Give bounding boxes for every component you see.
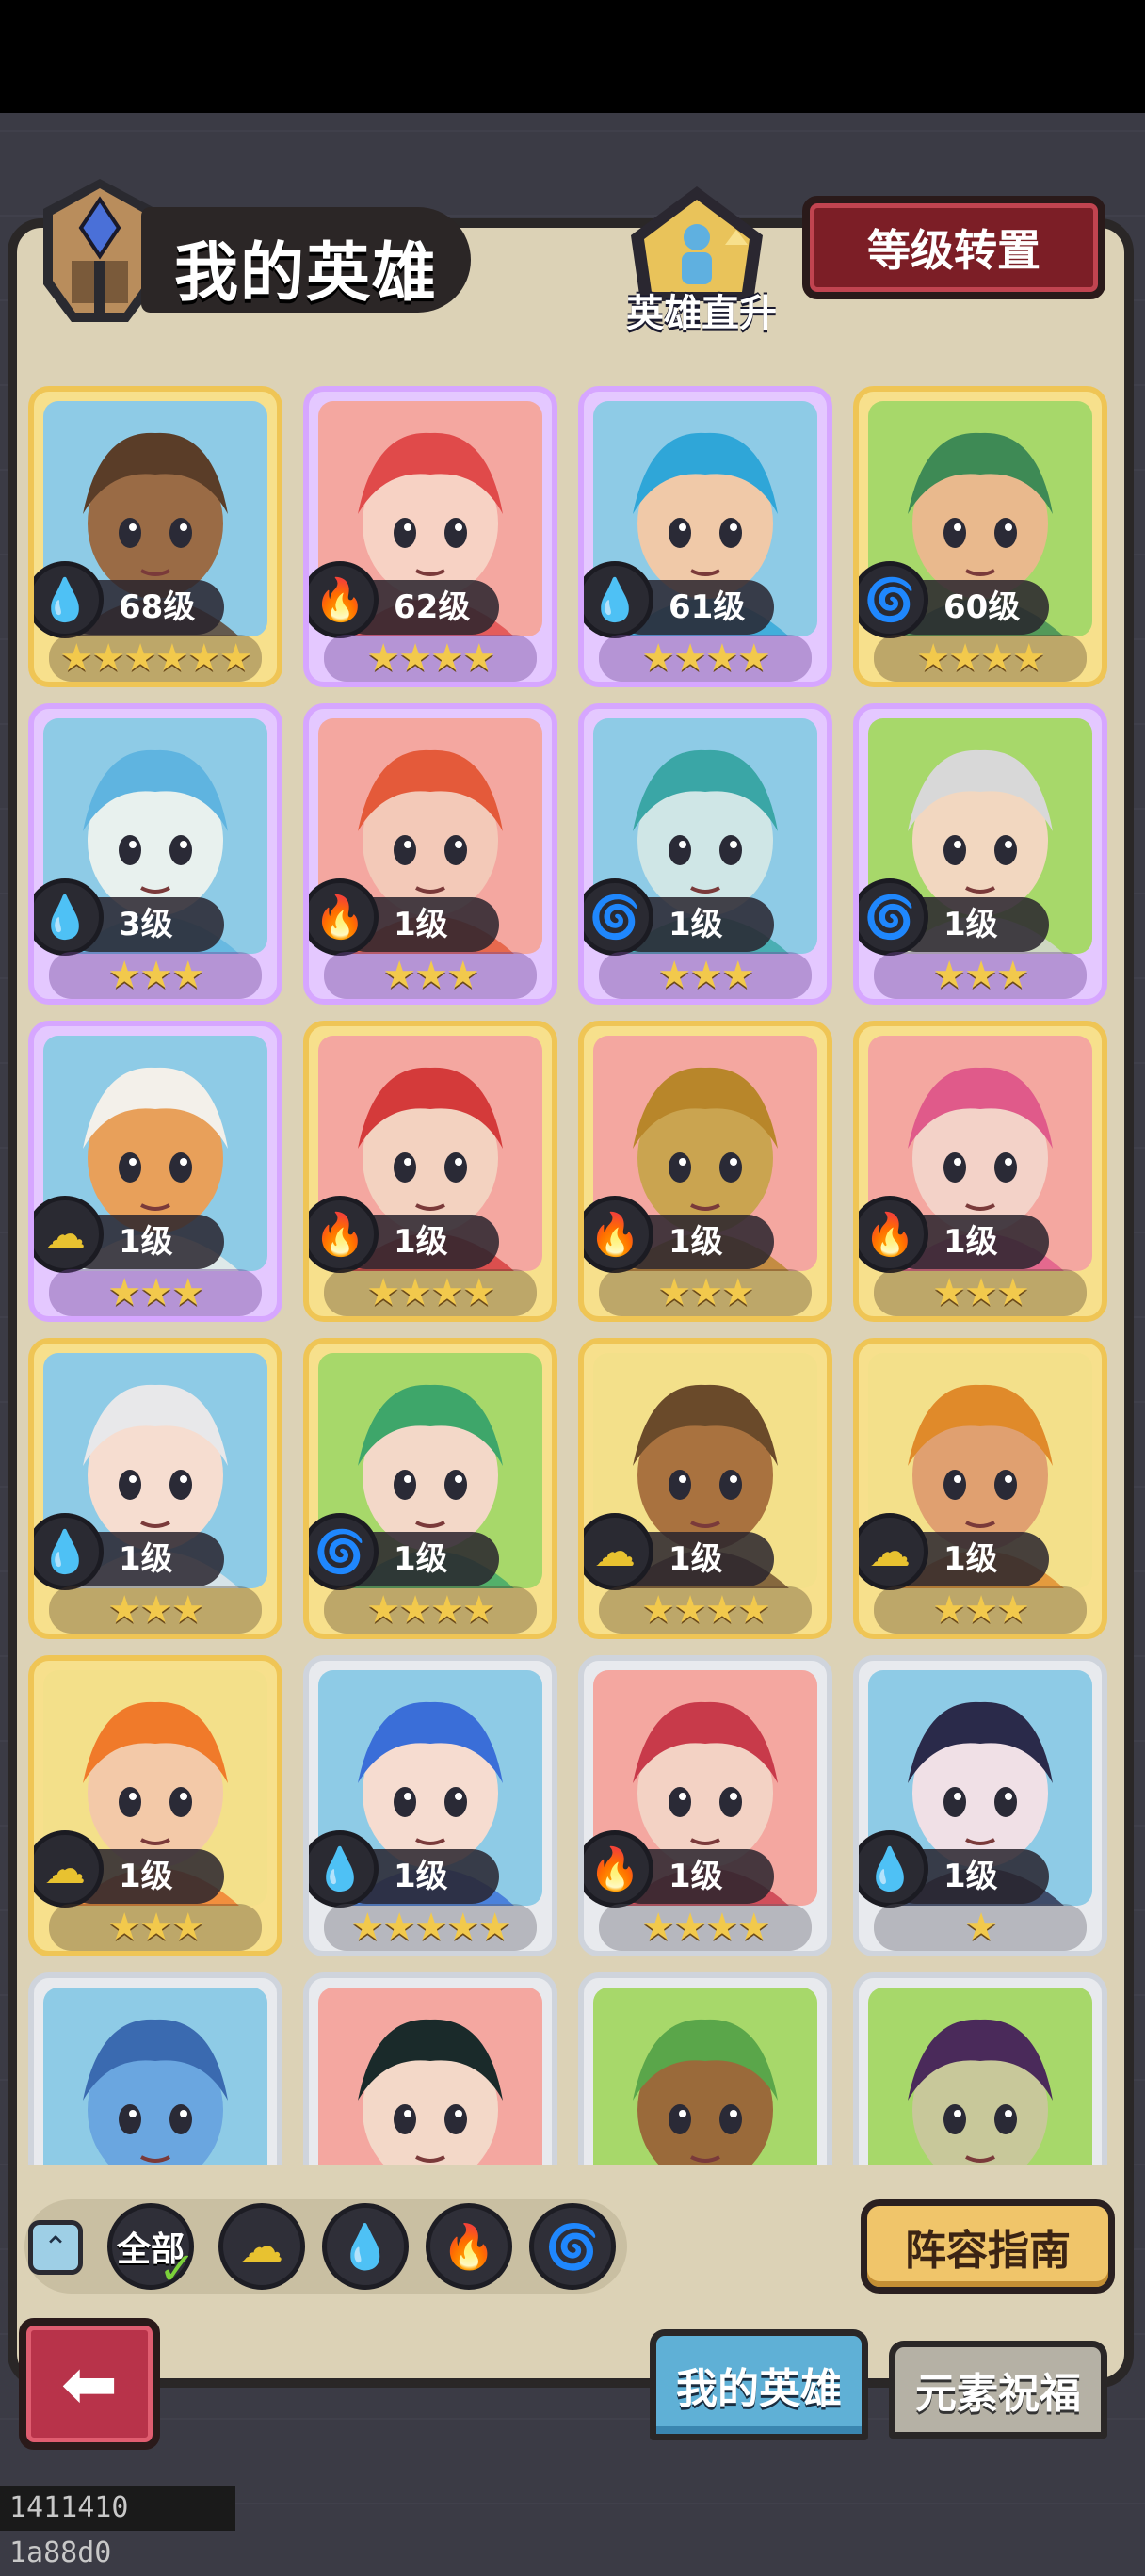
hero-card[interactable] — [28, 1972, 282, 2165]
hero-portrait — [318, 1988, 542, 2165]
hero-card[interactable]: 3级 💧 ★★★ — [28, 703, 282, 1005]
hero-card[interactable] — [853, 1972, 1107, 2165]
water-element-icon: 💧 — [309, 1830, 379, 1908]
hero-stars: ★★★ — [599, 952, 812, 999]
fire-element-icon: 🔥 — [442, 2220, 496, 2272]
water-element-icon: 💧 — [34, 878, 104, 956]
hero-promote-label: 英雄直升 — [626, 292, 777, 335]
water-element-icon: 💧 — [34, 561, 104, 638]
wind-element-icon: 🌀 — [859, 878, 928, 956]
hero-stars: ★★★ — [324, 952, 537, 999]
hero-stars: ★★★★★ — [324, 1904, 537, 1951]
debug-id-label: 1411410 1a88d0 — [0, 2486, 235, 2569]
hero-card[interactable]: 61级 💧 ★★★★ — [578, 386, 832, 687]
hero-stars: ★★★ — [874, 1269, 1087, 1316]
wind-element-icon: 🌀 — [584, 878, 653, 956]
hero-stars: ★★★★★★ — [49, 635, 262, 682]
hero-stars: ★★★ — [49, 1269, 262, 1316]
hero-card[interactable]: 1级 🔥 ★★★★ — [578, 1655, 832, 1956]
tab-element-blessing-label: 元素祝福 — [915, 2370, 1081, 2418]
earth-element-icon: ☁ — [34, 1196, 104, 1273]
hero-card[interactable]: 1级 ☁ ★★★ — [853, 1338, 1107, 1639]
earth-element-icon: ☁ — [584, 1513, 653, 1590]
fire-element-icon: 🔥 — [859, 1196, 928, 1273]
hero-card[interactable] — [303, 1972, 557, 2165]
hero-card[interactable]: 1级 ☁ ★★★★ — [578, 1338, 832, 1639]
water-element-icon: 💧 — [859, 1830, 928, 1908]
back-arrow-icon: ⬅ — [60, 2344, 119, 2423]
hero-card[interactable]: 1级 🌀 ★★★ — [853, 703, 1107, 1005]
hero-grid: 68级 💧 ★★★★★★ 62级 🔥 ★★★★ 61级 💧 ★★★★ 60级 🌀 ★★★★ 3级 💧 ★★★… — [28, 386, 1121, 2165]
filter-earth-button[interactable]: ☁ — [218, 2203, 305, 2290]
hero-card[interactable]: 1级 ☁ ★★★ — [28, 1021, 282, 1322]
filter-wind-button[interactable]: 🌀 — [529, 2203, 616, 2290]
tab-element-blessing[interactable]: 元素祝福 — [889, 2341, 1107, 2439]
fire-element-icon: 🔥 — [309, 1196, 379, 1273]
hero-stars: ★★★★ — [324, 1269, 537, 1316]
hero-stars: ★★★ — [874, 1586, 1087, 1634]
wind-element-icon: 🌀 — [309, 1513, 379, 1590]
hero-portrait — [868, 1988, 1092, 2165]
wind-element-icon: 🌀 — [545, 2220, 600, 2272]
hero-stars: ★★★ — [49, 952, 262, 999]
lineup-guide-label: 阵容指南 — [905, 2227, 1071, 2275]
earth-element-icon: ☁ — [34, 1830, 104, 1908]
hero-stars: ★★★★ — [324, 1586, 537, 1634]
hero-stars: ★★★★ — [599, 1586, 812, 1634]
water-element-icon: 💧 — [34, 1513, 104, 1590]
fire-element-icon: 🔥 — [309, 878, 379, 956]
hero-card[interactable]: 1级 🔥 ★★★★ — [303, 1021, 557, 1322]
earth-element-icon: ☁ — [859, 1513, 928, 1590]
hero-portrait — [43, 1988, 267, 2165]
fire-element-icon: 🔥 — [584, 1196, 653, 1273]
hero-card[interactable]: 1级 🔥 ★★★ — [853, 1021, 1107, 1322]
water-element-icon: 💧 — [338, 2220, 393, 2272]
hero-card[interactable]: 1级 💧 ★ — [853, 1655, 1107, 1956]
hero-stars: ★ — [874, 1904, 1087, 1951]
hero-stars: ★★★★ — [324, 635, 537, 682]
wind-element-icon: 🌀 — [859, 561, 928, 638]
hero-stars: ★★★★ — [599, 1904, 812, 1951]
page-title: 我的英雄 — [174, 236, 439, 311]
collapse-up-icon[interactable]: ⌃ — [28, 2220, 83, 2275]
hero-card[interactable]: 1级 ☁ ★★★ — [28, 1655, 282, 1956]
hero-stars: ★★★★ — [599, 635, 812, 682]
hero-stars: ★★★ — [49, 1904, 262, 1951]
filter-water-button[interactable]: 💧 — [322, 2203, 409, 2290]
hero-stars: ★★★ — [874, 952, 1087, 999]
hero-card[interactable]: 1级 🔥 ★★★ — [578, 1021, 832, 1322]
level-transfer-label: 等级转置 — [867, 225, 1040, 276]
hero-card[interactable]: 1级 🔥 ★★★ — [303, 703, 557, 1005]
level-transfer-button[interactable]: 等级转置 — [802, 196, 1105, 299]
hero-card[interactable]: 60级 🌀 ★★★★ — [853, 386, 1107, 687]
hero-card[interactable]: 1级 💧 ★★★★★ — [303, 1655, 557, 1956]
water-element-icon: 💧 — [584, 561, 653, 638]
checkmark-icon: ✓ — [158, 2243, 197, 2295]
tab-my-heroes[interactable]: 我的英雄 — [650, 2329, 868, 2440]
earth-element-icon: ☁ — [240, 2221, 283, 2272]
fire-element-icon: 🔥 — [309, 561, 379, 638]
hero-portrait — [593, 1988, 817, 2165]
hero-card[interactable]: 1级 🌀 ★★★ — [578, 703, 832, 1005]
hero-stars: ★★★ — [49, 1586, 262, 1634]
hero-card[interactable]: 1级 🌀 ★★★★ — [303, 1338, 557, 1639]
fire-element-icon: 🔥 — [584, 1830, 653, 1908]
filter-fire-button[interactable]: 🔥 — [426, 2203, 512, 2290]
lineup-guide-button[interactable]: 阵容指南 — [861, 2199, 1115, 2294]
status-bar — [0, 0, 1145, 113]
tab-my-heroes-label: 我的英雄 — [676, 2365, 842, 2413]
hero-card[interactable] — [578, 1972, 832, 2165]
hero-card[interactable]: 1级 💧 ★★★ — [28, 1338, 282, 1639]
hero-stars: ★★★ — [599, 1269, 812, 1316]
hero-card[interactable]: 62级 🔥 ★★★★ — [303, 386, 557, 687]
back-button[interactable]: ⬅ — [19, 2318, 160, 2450]
hero-stars: ★★★★ — [874, 635, 1087, 682]
hero-card[interactable]: 68级 💧 ★★★★★★ — [28, 386, 282, 687]
